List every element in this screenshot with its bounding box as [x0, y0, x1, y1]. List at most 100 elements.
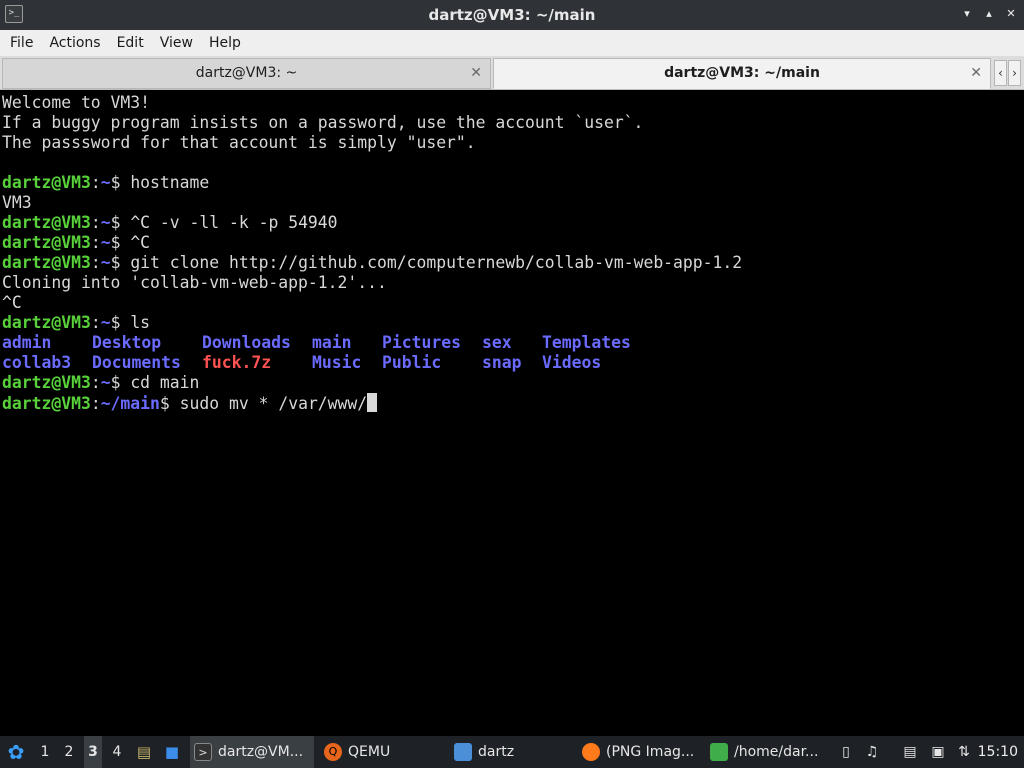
terminal-line: Cloning into 'collab-vm-web-app-1.2'... [2, 273, 387, 292]
menu-edit[interactable]: Edit [109, 30, 152, 56]
ls-entry: Pictures [382, 333, 461, 352]
text-cursor [367, 393, 378, 412]
ls-entry: main [312, 333, 352, 352]
ls-entry: Videos [542, 353, 602, 372]
network-icon[interactable]: ⇅ [954, 736, 974, 768]
command-text: cd main [130, 373, 200, 392]
menu-help[interactable]: Help [201, 30, 249, 56]
ls-entry: Public [382, 353, 442, 372]
task-files[interactable]: dartz [450, 736, 574, 768]
ls-output-row: collab3 Documents fuck.7z Music Public s… [2, 353, 1024, 373]
task-label: /home/dar... [734, 744, 819, 760]
show-desktop-icon[interactable]: ■ [162, 736, 182, 768]
qemu-icon: Q [324, 743, 342, 761]
task-editor[interactable]: /home/dar... [706, 736, 830, 768]
task-terminal[interactable]: > dartz@VM... [190, 736, 314, 768]
terminal-line: dartz@VM3:~$ ^C [2, 233, 151, 252]
prompt-user: dartz@VM3 [2, 394, 91, 413]
text-editor-icon [710, 743, 728, 761]
prompt-user: dartz@VM3 [2, 213, 91, 232]
command-text: ls [130, 313, 151, 332]
prompt-path: ~ [100, 213, 111, 232]
terminal-line: The passsword for that account is simply… [2, 133, 476, 152]
menu-actions[interactable]: Actions [41, 30, 108, 56]
terminal-input-line[interactable]: dartz@VM3:~/main$ sudo mv * /var/www/ [2, 393, 1024, 413]
close-tab-icon[interactable]: ✕ [470, 59, 482, 88]
usb-icon[interactable]: ▯ [836, 736, 856, 768]
command-text: hostname [130, 173, 210, 192]
ls-entry: sex [482, 333, 512, 352]
desktop-2[interactable]: 2 [60, 736, 78, 768]
tab-scroll-left-icon[interactable]: ‹ [994, 60, 1007, 86]
firefox-icon [582, 743, 600, 761]
prompt-user: dartz@VM3 [2, 173, 91, 192]
window-title: dartz@VM3: ~/main [428, 6, 596, 24]
ls-entry: snap [482, 353, 522, 372]
task-label: (PNG Imag... [606, 744, 695, 760]
ls-entry: Music [312, 353, 362, 372]
prompt-path: ~ [100, 233, 111, 252]
command-text: ^C -v -ll -k -p 54940 [130, 213, 338, 232]
ls-output-row: admin Desktop Downloads main Pictures se… [2, 333, 1024, 353]
display-icon[interactable]: ▣ [928, 736, 948, 768]
menu-view[interactable]: View [152, 30, 201, 56]
prompt-path: ~ [100, 253, 111, 272]
desktop-3[interactable]: 3 [84, 736, 102, 768]
ls-entry: Documents [92, 353, 181, 372]
command-text: sudo mv * /var/www/ [179, 394, 368, 413]
task-label: dartz [478, 744, 515, 760]
terminal-line: Welcome to VM3! [2, 93, 151, 112]
terminal-line: ^C [2, 293, 22, 312]
prompt-path: ~/main [100, 394, 160, 413]
tab-scroll-right-icon[interactable]: › [1008, 60, 1021, 86]
tab-label: dartz@VM3: ~ [195, 65, 298, 81]
file-manager-icon[interactable]: ▤ [134, 736, 154, 768]
tab-home[interactable]: dartz@VM3: ~ ✕ [2, 58, 491, 89]
task-firefox[interactable]: (PNG Imag... [578, 736, 702, 768]
prompt-user: dartz@VM3 [2, 253, 91, 272]
task-qemu[interactable]: Q QEMU [320, 736, 444, 768]
task-label: QEMU [348, 744, 391, 760]
clipboard-icon[interactable]: ▤ [900, 736, 920, 768]
tab-bar: dartz@VM3: ~ ✕ dartz@VM3: ~/main ✕ ‹ › [0, 56, 1024, 90]
prompt-user: dartz@VM3 [2, 313, 91, 332]
volume-icon[interactable]: ♫ [862, 736, 882, 768]
terminal-line: dartz@VM3:~$ cd main [2, 373, 200, 392]
close-tab-icon[interactable]: ✕ [970, 59, 982, 88]
terminal-line: VM3 [2, 193, 32, 212]
start-menu-icon[interactable]: ✿ [4, 736, 28, 768]
tab-main[interactable]: dartz@VM3: ~/main ✕ [493, 58, 991, 89]
maximize-icon[interactable]: ▴ [982, 7, 996, 21]
clock: 15:10 [977, 744, 1018, 760]
ls-entry: Downloads [202, 333, 291, 352]
terminal-line: dartz@VM3:~$ ^C -v -ll -k -p 54940 [2, 213, 338, 232]
terminal-line: dartz@VM3:~$ ls [2, 313, 151, 332]
prompt-path: ~ [100, 173, 111, 192]
menu-bar: File Actions Edit View Help [0, 30, 1024, 56]
desktop-4[interactable]: 4 [108, 736, 126, 768]
window-titlebar[interactable]: >_ dartz@VM3: ~/main ▾ ▴ ✕ [0, 0, 1024, 30]
prompt-user: dartz@VM3 [2, 373, 91, 392]
ls-entry: fuck.7z [202, 353, 272, 372]
desktop-1[interactable]: 1 [36, 736, 54, 768]
terminal-output[interactable]: Welcome to VM3! If a buggy program insis… [0, 91, 1024, 736]
ls-entry: collab3 [2, 353, 72, 372]
terminal-line: dartz@VM3:~$ git clone http://github.com… [2, 253, 743, 272]
terminal-line: If a buggy program insists on a password… [2, 113, 644, 132]
window-controls: ▾ ▴ ✕ [960, 7, 1018, 21]
ls-entry: admin [2, 333, 52, 352]
tab-label: dartz@VM3: ~/main [664, 65, 820, 81]
terminal-icon: > [194, 743, 212, 761]
close-icon[interactable]: ✕ [1004, 7, 1018, 21]
prompt-path: ~ [100, 373, 111, 392]
taskbar: ✿ 1 2 3 4 ▤ ■ > dartz@VM... Q QEMU dartz… [0, 736, 1024, 768]
terminal-line: dartz@VM3:~$ hostname [2, 173, 210, 192]
ls-entry: Desktop [92, 333, 162, 352]
menu-file[interactable]: File [2, 30, 41, 56]
task-label: dartz@VM... [218, 744, 304, 760]
minimize-icon[interactable]: ▾ [960, 7, 974, 21]
folder-icon [454, 743, 472, 761]
prompt-path: ~ [100, 313, 111, 332]
command-text: git clone http://github.com/computernewb… [130, 253, 743, 272]
